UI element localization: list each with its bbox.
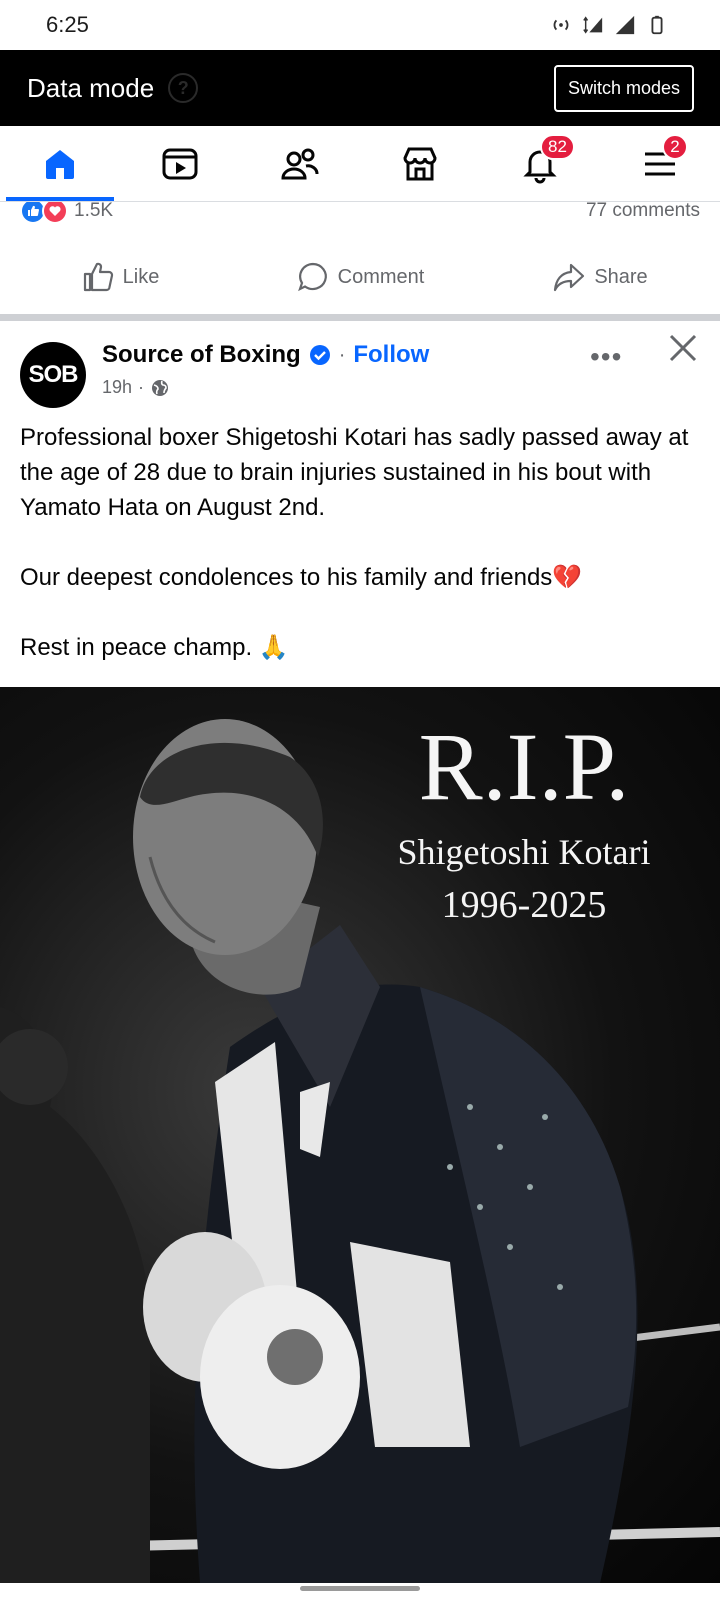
main-tab-bar: 82 2	[0, 126, 720, 202]
hotspot-icon	[553, 19, 569, 31]
meta-dot: ·	[138, 377, 145, 397]
notifications-badge: 82	[540, 134, 575, 160]
network-4g-icon	[583, 16, 603, 34]
globe-icon	[152, 379, 169, 396]
post-header: SOB Source of Boxing · Follow 19h · •••	[0, 321, 720, 421]
comments-count-link[interactable]: 77 comments	[586, 202, 700, 222]
share-label: Share	[594, 265, 648, 288]
comment-icon	[297, 262, 327, 292]
data-mode-title: Data mode	[27, 72, 155, 103]
switch-modes-button[interactable]: Switch modes	[553, 64, 694, 112]
page-avatar[interactable]: SOB	[20, 342, 86, 408]
thumbs-up-icon	[83, 262, 113, 292]
memorial-text: R.I.P. Shigetoshi Kotari 1996-2025	[374, 711, 674, 933]
status-bar: 6:25	[0, 0, 720, 50]
friends-icon	[281, 148, 319, 179]
data-mode-bar: Data mode ? Switch modes	[0, 50, 720, 126]
post-image[interactable]: R.I.P. Shigetoshi Kotari 1996-2025	[0, 687, 720, 1583]
feed-divider	[0, 314, 720, 321]
post-time[interactable]: 19h	[102, 377, 132, 398]
video-icon	[162, 148, 198, 179]
post-action-bar: Like Comment Share	[0, 242, 720, 312]
signal-icon	[615, 15, 635, 35]
marketplace-icon	[403, 147, 437, 180]
post-text-paragraph-3: Rest in peace champ. 🙏	[20, 634, 289, 661]
tab-home[interactable]	[0, 126, 120, 201]
love-reaction-icon	[42, 202, 68, 224]
help-icon[interactable]: ?	[168, 73, 199, 103]
post-text-paragraph-2: Our deepest condolences to his family an…	[20, 564, 583, 591]
memorial-name: Shigetoshi Kotari	[397, 832, 651, 872]
page-name[interactable]: Source of Boxing	[102, 341, 301, 369]
rip-title: R.I.P.	[418, 713, 630, 820]
post-text-paragraph-1: Professional boxer Shigetoshi Kotari has…	[20, 424, 689, 521]
tab-notifications[interactable]: 82	[480, 126, 600, 201]
share-button[interactable]: Share	[480, 260, 720, 294]
close-icon[interactable]	[668, 333, 698, 363]
home-icon	[46, 149, 74, 179]
tab-menu[interactable]: 2	[600, 126, 720, 201]
tab-friends[interactable]	[240, 126, 360, 201]
follow-button[interactable]: Follow	[353, 341, 429, 369]
gesture-bar[interactable]	[300, 1586, 420, 1591]
reaction-summary[interactable]: 1.5K 77 comments	[0, 202, 720, 228]
like-label: Like	[122, 265, 160, 288]
reaction-count: 1.5K	[74, 202, 114, 221]
comment-label: Comment	[337, 265, 425, 288]
status-icons	[550, 14, 668, 36]
battery-icon	[651, 15, 663, 35]
post-text: Professional boxer Shigetoshi Kotari has…	[20, 420, 704, 665]
memorial-years: 1996-2025	[441, 884, 607, 926]
dot-separator: ·	[338, 343, 346, 366]
verified-badge-icon	[309, 345, 330, 365]
tab-video[interactable]	[120, 126, 240, 201]
facebook-feed-screen: 6:25 Data mode ? Switch modes 82 2 1.5K …	[0, 0, 720, 1600]
status-time: 6:25	[46, 12, 89, 37]
share-icon	[554, 263, 585, 292]
comment-button[interactable]: Comment	[240, 260, 480, 294]
tab-marketplace[interactable]	[360, 126, 480, 201]
more-options-icon[interactable]: •••	[590, 341, 622, 373]
menu-badge: 2	[662, 134, 688, 160]
like-button[interactable]: Like	[0, 260, 240, 294]
